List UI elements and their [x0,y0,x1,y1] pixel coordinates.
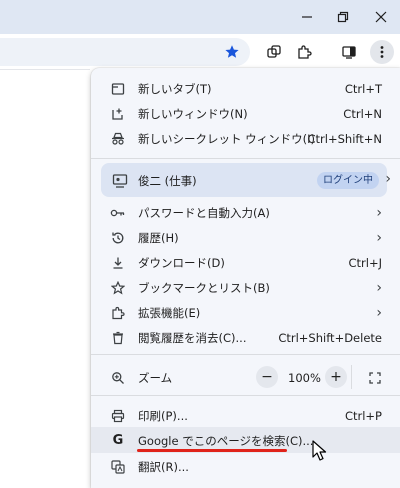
chevron-right-icon: › [376,204,382,221]
print-icon [109,407,127,425]
fullscreen-button[interactable] [364,367,386,389]
download-icon [109,254,127,272]
key-icon [109,204,127,222]
menu-item-label: 新しいシークレット ウィンドウ(I) [138,131,316,146]
new-window-icon [109,105,127,123]
menu-item-print[interactable]: 印刷(P)... Ctrl+P [91,403,400,428]
more-menu-icon [380,46,384,58]
menu-item-label: ダウンロード(D) [138,255,225,270]
menu-item-zoom: ズーム [91,365,400,390]
menu-item-shortcut: Ctrl+T [344,81,382,96]
more-menu-button[interactable] [370,40,394,64]
minimize-button[interactable] [290,0,324,34]
chevron-right-icon: › [385,171,391,187]
menu-item-new-window[interactable]: 新しいウィンドウ(N) Ctrl+N [91,101,400,126]
extensions-icon[interactable] [292,40,316,64]
profile-name: 俊二 (仕事) [138,173,197,188]
chevron-right-icon: › [376,229,382,246]
menu-item-shortcut: Ctrl+Shift+N [307,131,382,146]
translate-icon [109,458,127,476]
title-bar [0,0,400,34]
close-icon [375,11,387,23]
trash-icon [109,329,127,347]
menu-item-label: 閲覧履歴を消去(C)... [138,330,247,345]
zoom-divider [351,365,352,389]
history-icon [109,229,127,247]
menu-item-label: 新しいタブ(T) [138,81,212,96]
menu-item-label: 印刷(P)... [138,408,188,423]
menu-item-new-tab[interactable]: 新しいタブ(T) Ctrl+T [91,76,400,101]
google-g-icon: G [112,433,124,448]
browser-toolbar [0,34,400,70]
bookmark-star-outline-icon [109,279,127,297]
menu-item-extensions[interactable]: 拡張機能(E) › [91,300,400,325]
menu-separator [91,158,400,159]
menu-item-label: 履歴(H) [138,230,179,245]
menu-item-clear-history[interactable]: 閲覧履歴を消去(C)... Ctrl+Shift+Delete [91,325,400,350]
zoom-level: 100% [288,371,321,385]
bookmark-star-icon[interactable] [220,40,244,64]
new-tab-icon [109,80,127,98]
menu-item-shortcut: Ctrl+J [348,255,383,270]
annotation-underline [137,449,287,452]
menu-item-label: ズーム [138,370,173,385]
menu-item-downloads[interactable]: ダウンロード(D) Ctrl+J [91,250,400,275]
zoom-in-button[interactable]: + [325,366,347,388]
restore-icon [337,11,349,23]
menu-separator [91,354,400,355]
chevron-right-icon: › [376,304,382,321]
menu-item-shortcut: Ctrl+Shift+Delete [278,330,382,345]
menu-item-label: ブックマークとリスト(B) [138,280,270,295]
close-button[interactable] [364,0,398,34]
zoom-icon [109,369,127,387]
menu-item-translate[interactable]: 翻訳(R)... [91,454,400,479]
menu-item-label: 翻訳(R)... [138,459,189,474]
menu-item-label: 拡張機能(E) [138,305,201,320]
side-panel-icon[interactable] [337,40,361,64]
menu-item-history[interactable]: 履歴(H) › [91,225,400,250]
menu-item-label: Google でこのページを検索(C)... [138,433,314,448]
menu-item-shortcut: Ctrl+N [343,106,382,121]
fullscreen-icon [369,372,381,384]
menu-item-label: 新しいウィンドウ(N) [138,106,248,121]
address-bar[interactable] [0,38,250,66]
chrome-main-menu: 新しいタブ(T) Ctrl+T 新しいウィンドウ(N) Ctrl+N 新しいシー… [91,68,400,488]
mouse-cursor-icon [312,440,327,461]
signed-in-badge: ログイン中 [317,172,379,189]
profile-row[interactable]: 俊二 (仕事) ログイン中 › [101,163,391,197]
menu-item-shortcut: Ctrl+P [344,408,382,423]
menu-separator [91,395,400,396]
menu-item-incognito[interactable]: 新しいシークレット ウィンドウ(I) Ctrl+Shift+N [91,126,400,151]
tab-search-icon[interactable] [262,40,286,64]
menu-item-bookmarks[interactable]: ブックマークとリスト(B) › [91,275,400,300]
toolbar-divider [0,69,90,70]
puzzle-icon [109,304,127,322]
zoom-out-button[interactable]: − [256,366,278,388]
menu-item-label: パスワードと自動入力(A) [138,205,270,220]
restore-button[interactable] [326,0,360,34]
minimize-icon [302,16,312,18]
profile-avatar-icon [111,172,129,190]
chevron-right-icon: › [376,279,382,296]
menu-item-passwords[interactable]: パスワードと自動入力(A) › [91,200,400,225]
incognito-icon [109,130,127,148]
